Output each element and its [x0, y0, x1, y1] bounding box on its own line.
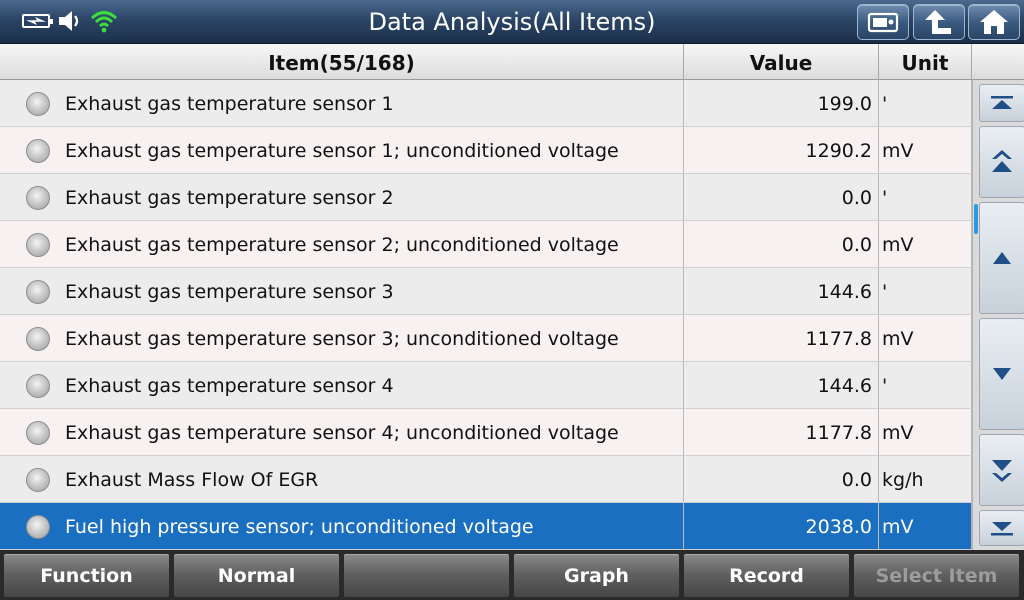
- bottom-toolbar: Function Normal Graph Record Select Item: [0, 550, 1024, 600]
- scroll-bottom-button[interactable]: [979, 510, 1024, 546]
- table-row[interactable]: Exhaust Mass Flow Of EGR 0.0 kg/h: [0, 456, 972, 503]
- table-row-selected[interactable]: Fuel high pressure sensor; unconditioned…: [0, 503, 972, 550]
- row-value: 144.6: [684, 362, 879, 408]
- row-radio[interactable]: [0, 221, 58, 267]
- row-unit: mV: [879, 503, 972, 549]
- title-bar: Data Analysis(All Items): [0, 0, 1024, 44]
- row-item-name: Exhaust gas temperature sensor 4: [58, 362, 684, 408]
- scroll-top-button[interactable]: [979, 84, 1024, 122]
- row-value: 1177.8: [684, 315, 879, 361]
- row-value: 1290.2: [684, 127, 879, 173]
- column-header-unit: Unit: [879, 44, 972, 80]
- page-down-icon: [992, 460, 1012, 482]
- graph-button[interactable]: Graph: [513, 553, 680, 598]
- line-down-icon: [993, 368, 1011, 380]
- row-radio[interactable]: [0, 456, 58, 502]
- row-item-name: Exhaust Mass Flow Of EGR: [58, 456, 684, 502]
- row-radio[interactable]: [0, 127, 58, 173]
- radio-icon: [26, 280, 50, 304]
- radio-icon: [26, 92, 50, 116]
- row-radio[interactable]: [0, 174, 58, 220]
- radio-icon: [26, 327, 50, 351]
- table-row[interactable]: Exhaust gas temperature sensor 2 0.0 ': [0, 174, 972, 221]
- row-radio[interactable]: [0, 80, 58, 126]
- radio-icon: [26, 139, 50, 163]
- page-up-icon: [992, 150, 1012, 172]
- select-item-button[interactable]: Select Item: [853, 553, 1020, 598]
- page-up-button[interactable]: [979, 126, 1024, 198]
- row-value: 0.0: [684, 456, 879, 502]
- table-row[interactable]: Exhaust gas temperature sensor 1 199.0 ': [0, 80, 972, 127]
- row-radio[interactable]: [0, 503, 58, 549]
- line-up-icon: [993, 252, 1011, 264]
- row-radio[interactable]: [0, 315, 58, 361]
- line-down-button[interactable]: [979, 318, 1024, 430]
- normal-button[interactable]: Normal: [173, 553, 340, 598]
- data-list: Exhaust gas temperature sensor 1 199.0 '…: [0, 80, 972, 550]
- radio-icon: [26, 421, 50, 445]
- radio-icon: [26, 233, 50, 257]
- row-value: 2038.0: [684, 503, 879, 549]
- column-header-item[interactable]: Item(55/168): [0, 44, 684, 80]
- column-header-value: Value: [684, 44, 879, 80]
- row-radio[interactable]: [0, 268, 58, 314]
- radio-icon: [26, 374, 50, 398]
- back-button[interactable]: [913, 4, 965, 40]
- row-radio[interactable]: [0, 409, 58, 455]
- radio-icon: [26, 515, 50, 539]
- row-unit: mV: [879, 315, 972, 361]
- row-value: 0.0: [684, 221, 879, 267]
- table-row[interactable]: Exhaust gas temperature sensor 3 144.6 ': [0, 268, 972, 315]
- row-unit: mV: [879, 409, 972, 455]
- row-unit: kg/h: [879, 456, 972, 502]
- back-up-icon: [925, 10, 951, 34]
- row-item-name: Fuel high pressure sensor; unconditioned…: [58, 503, 684, 549]
- scroll-top-icon: [991, 96, 1013, 109]
- function-button[interactable]: Function: [3, 553, 170, 598]
- radio-icon: [26, 186, 50, 210]
- home-icon: [980, 10, 1008, 34]
- row-unit: ': [879, 268, 972, 314]
- row-item-name: Exhaust gas temperature sensor 2; uncond…: [58, 221, 684, 267]
- scroll-panel: [972, 80, 1024, 550]
- row-unit: ': [879, 174, 972, 220]
- table-row[interactable]: Exhaust gas temperature sensor 1; uncond…: [0, 127, 972, 174]
- page-down-button[interactable]: [979, 434, 1024, 506]
- scroll-indicator[interactable]: [974, 204, 978, 234]
- row-value: 0.0: [684, 174, 879, 220]
- table-row[interactable]: Exhaust gas temperature sensor 3; uncond…: [0, 315, 972, 362]
- row-item-name: Exhaust gas temperature sensor 1; uncond…: [58, 127, 684, 173]
- row-radio[interactable]: [0, 362, 58, 408]
- empty-button[interactable]: [343, 553, 510, 598]
- record-button[interactable]: Record: [683, 553, 850, 598]
- row-item-name: Exhaust gas temperature sensor 3; uncond…: [58, 315, 684, 361]
- screenshot-button[interactable]: [857, 4, 909, 40]
- row-item-name: Exhaust gas temperature sensor 3: [58, 268, 684, 314]
- row-unit: mV: [879, 127, 972, 173]
- table-row[interactable]: Exhaust gas temperature sensor 4 144.6 ': [0, 362, 972, 409]
- line-up-button[interactable]: [979, 202, 1024, 314]
- row-value: 199.0: [684, 80, 879, 126]
- row-value: 144.6: [684, 268, 879, 314]
- screenshot-icon: [867, 12, 899, 33]
- row-item-name: Exhaust gas temperature sensor 2: [58, 174, 684, 220]
- scroll-bottom-icon: [991, 522, 1013, 536]
- row-unit: mV: [879, 221, 972, 267]
- row-item-name: Exhaust gas temperature sensor 4; uncond…: [58, 409, 684, 455]
- row-value: 1177.8: [684, 409, 879, 455]
- home-button[interactable]: [968, 4, 1020, 40]
- row-item-name: Exhaust gas temperature sensor 1: [58, 80, 684, 126]
- row-unit: ': [879, 80, 972, 126]
- table-row[interactable]: Exhaust gas temperature sensor 4; uncond…: [0, 409, 972, 456]
- row-unit: ': [879, 362, 972, 408]
- radio-icon: [26, 468, 50, 492]
- table-row[interactable]: Exhaust gas temperature sensor 2; uncond…: [0, 221, 972, 268]
- table-header: Item(55/168) Value Unit: [0, 44, 1024, 80]
